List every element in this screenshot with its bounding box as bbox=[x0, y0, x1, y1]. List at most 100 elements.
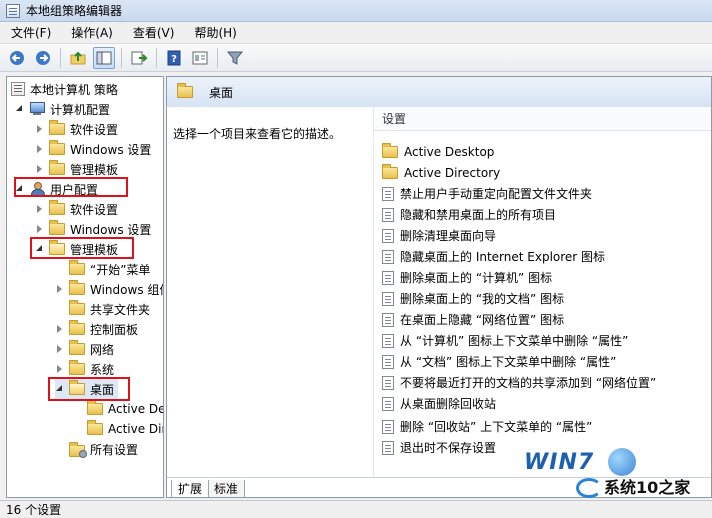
expand-arrow-icon[interactable] bbox=[15, 184, 25, 194]
toolbar-separator bbox=[156, 47, 157, 68]
folder-icon bbox=[69, 300, 85, 315]
tree-active-directory[interactable]: Active Directory bbox=[87, 419, 163, 439]
list-item[interactable]: 删除桌面上的 “我的文档” 图标 bbox=[382, 288, 564, 309]
menu-view[interactable]: 查看(V) bbox=[130, 23, 178, 42]
collapse-arrow-icon[interactable] bbox=[55, 324, 65, 334]
expand-arrow-icon[interactable] bbox=[15, 104, 25, 114]
folder-icon bbox=[49, 120, 65, 135]
folder-icon bbox=[49, 200, 65, 215]
toolbar-separator bbox=[121, 47, 122, 68]
collapse-arrow-icon[interactable] bbox=[35, 124, 45, 134]
back-icon[interactable] bbox=[6, 47, 28, 69]
tree-desktop[interactable]: 桌面 bbox=[55, 379, 119, 399]
policy-setting-icon bbox=[382, 354, 394, 369]
list-item[interactable]: 删除桌面上的 “计算机” 图标 bbox=[382, 267, 552, 288]
policy-setting-icon bbox=[382, 333, 394, 348]
list-item[interactable]: Active Directory bbox=[382, 162, 500, 183]
policy-setting-icon bbox=[382, 228, 394, 243]
tree-start-menu[interactable]: “开始”菜单 bbox=[69, 259, 150, 279]
tree-cc-software[interactable]: 软件设置 bbox=[35, 119, 118, 139]
details-pane: 桌面 选择一个项目来查看它的描述。 设置 Active Desktop Acti… bbox=[166, 76, 712, 498]
user-icon bbox=[29, 182, 45, 197]
folder-icon bbox=[177, 83, 193, 98]
tree-windows-components[interactable]: Windows 组件 bbox=[55, 279, 163, 299]
folder-icon bbox=[69, 260, 85, 275]
menu-action[interactable]: 操作(A) bbox=[68, 23, 116, 42]
policy-setting-icon bbox=[382, 207, 394, 222]
window-title: 本地组策略编辑器 bbox=[26, 4, 123, 18]
list-item[interactable]: 隐藏和禁用桌面上的所有项目 bbox=[382, 204, 556, 225]
list-item[interactable]: 禁止用户手动重定向配置文件文件夹 bbox=[382, 183, 592, 204]
policy-setting-icon bbox=[382, 375, 394, 390]
menu-file[interactable]: 文件(F) bbox=[8, 23, 54, 42]
list-item[interactable]: 在桌面上隐藏 “网络位置” 图标 bbox=[382, 309, 564, 330]
tree-shared-folders[interactable]: 共享文件夹 bbox=[69, 299, 150, 319]
list-item[interactable]: 从桌面删除回收站 bbox=[382, 393, 496, 414]
toolbar-separator bbox=[60, 47, 61, 68]
tree-active-desktop[interactable]: Active Desktop bbox=[87, 399, 163, 419]
tree-cc-admin[interactable]: 管理模板 bbox=[35, 159, 118, 179]
tab-standard[interactable]: 标准 bbox=[207, 480, 246, 497]
collapse-arrow-icon[interactable] bbox=[35, 204, 45, 214]
tree-uc-admin[interactable]: 管理模板 bbox=[35, 239, 118, 259]
tree-all-settings[interactable]: 所有设置 bbox=[69, 439, 138, 459]
folder-icon bbox=[49, 220, 65, 235]
expand-arrow-icon[interactable] bbox=[35, 244, 45, 254]
list-item[interactable]: 退出时不保存设置 bbox=[382, 437, 496, 458]
folder-icon bbox=[69, 280, 85, 295]
folder-icon bbox=[69, 340, 85, 355]
tree-uc-software[interactable]: 软件设置 bbox=[35, 199, 118, 219]
status-bar: 16 个设置 bbox=[0, 500, 712, 518]
description-area: 选择一个项目来查看它的描述。 bbox=[167, 107, 373, 477]
view-tabs: 扩展 标准 bbox=[167, 477, 711, 497]
tree-computer-config[interactable]: 计算机配置 bbox=[15, 99, 110, 119]
collapse-arrow-icon[interactable] bbox=[35, 224, 45, 234]
policy-setting-icon bbox=[382, 419, 394, 434]
show-hide-tree-icon[interactable] bbox=[93, 46, 115, 69]
collapse-arrow-icon[interactable] bbox=[55, 344, 65, 354]
collapse-arrow-icon[interactable] bbox=[55, 284, 65, 294]
list-item[interactable]: Active Desktop bbox=[382, 141, 494, 162]
expand-arrow-icon[interactable] bbox=[55, 384, 65, 394]
tree-uc-windows[interactable]: Windows 设置 bbox=[35, 219, 151, 239]
filter-icon[interactable] bbox=[224, 47, 246, 69]
tree-control-panel[interactable]: 控制面板 bbox=[55, 319, 138, 339]
collapse-arrow-icon[interactable] bbox=[35, 144, 45, 154]
menu-help[interactable]: 帮助(H) bbox=[191, 23, 239, 42]
menu-bar: 文件(F) 操作(A) 查看(V) 帮助(H) bbox=[0, 22, 712, 44]
list-item[interactable]: 隐藏桌面上的 Internet Explorer 图标 bbox=[382, 246, 605, 267]
list-item[interactable]: 删除清理桌面向导 bbox=[382, 225, 496, 246]
folder-icon bbox=[69, 360, 85, 375]
app-icon bbox=[6, 3, 20, 18]
help-icon[interactable]: ? bbox=[163, 47, 185, 69]
tree-pane[interactable]: 本地计算机 策略 计算机配置 软件设置 Windows 设置 管理模板 用户配置… bbox=[6, 76, 164, 498]
forward-icon[interactable] bbox=[32, 47, 54, 69]
folder-icon bbox=[382, 142, 398, 158]
collapse-arrow-icon[interactable] bbox=[35, 164, 45, 174]
all-settings-icon bbox=[69, 442, 87, 458]
folder-icon bbox=[87, 400, 103, 415]
tab-extended[interactable]: 扩展 bbox=[171, 480, 210, 497]
list-item[interactable]: 不要将最近打开的文档的共享添加到 “网络位置” bbox=[382, 372, 656, 393]
column-header-setting[interactable]: 设置 bbox=[374, 107, 711, 131]
tree-system[interactable]: 系统 bbox=[55, 359, 114, 379]
folder-icon bbox=[87, 420, 103, 435]
policy-setting-icon bbox=[382, 312, 394, 327]
tree-cc-windows[interactable]: Windows 设置 bbox=[35, 139, 151, 159]
up-folder-icon[interactable] bbox=[67, 47, 89, 69]
settings-list[interactable]: 设置 Active Desktop Active Directory 禁止用户手… bbox=[373, 107, 711, 477]
folder-open-icon bbox=[69, 380, 85, 395]
list-item[interactable]: 从 “计算机” 图标上下文菜单中删除 “属性” bbox=[382, 330, 628, 351]
properties-icon[interactable] bbox=[189, 47, 211, 69]
policy-setting-icon bbox=[382, 186, 394, 201]
collapse-arrow-icon[interactable] bbox=[55, 364, 65, 374]
export-list-icon[interactable] bbox=[128, 47, 150, 69]
list-item[interactable]: 从 “文档” 图标上下文菜单中删除 “属性” bbox=[382, 351, 616, 372]
tree-root[interactable]: 本地计算机 策略 bbox=[11, 79, 118, 99]
tree-network[interactable]: 网络 bbox=[55, 339, 114, 359]
folder-icon bbox=[382, 163, 398, 179]
toolbar: ? bbox=[0, 44, 712, 72]
tree-user-config[interactable]: 用户配置 bbox=[15, 179, 98, 199]
folder-open-icon bbox=[49, 240, 65, 255]
list-item[interactable]: 删除 “回收站” 上下文菜单的 “属性” bbox=[382, 416, 592, 437]
